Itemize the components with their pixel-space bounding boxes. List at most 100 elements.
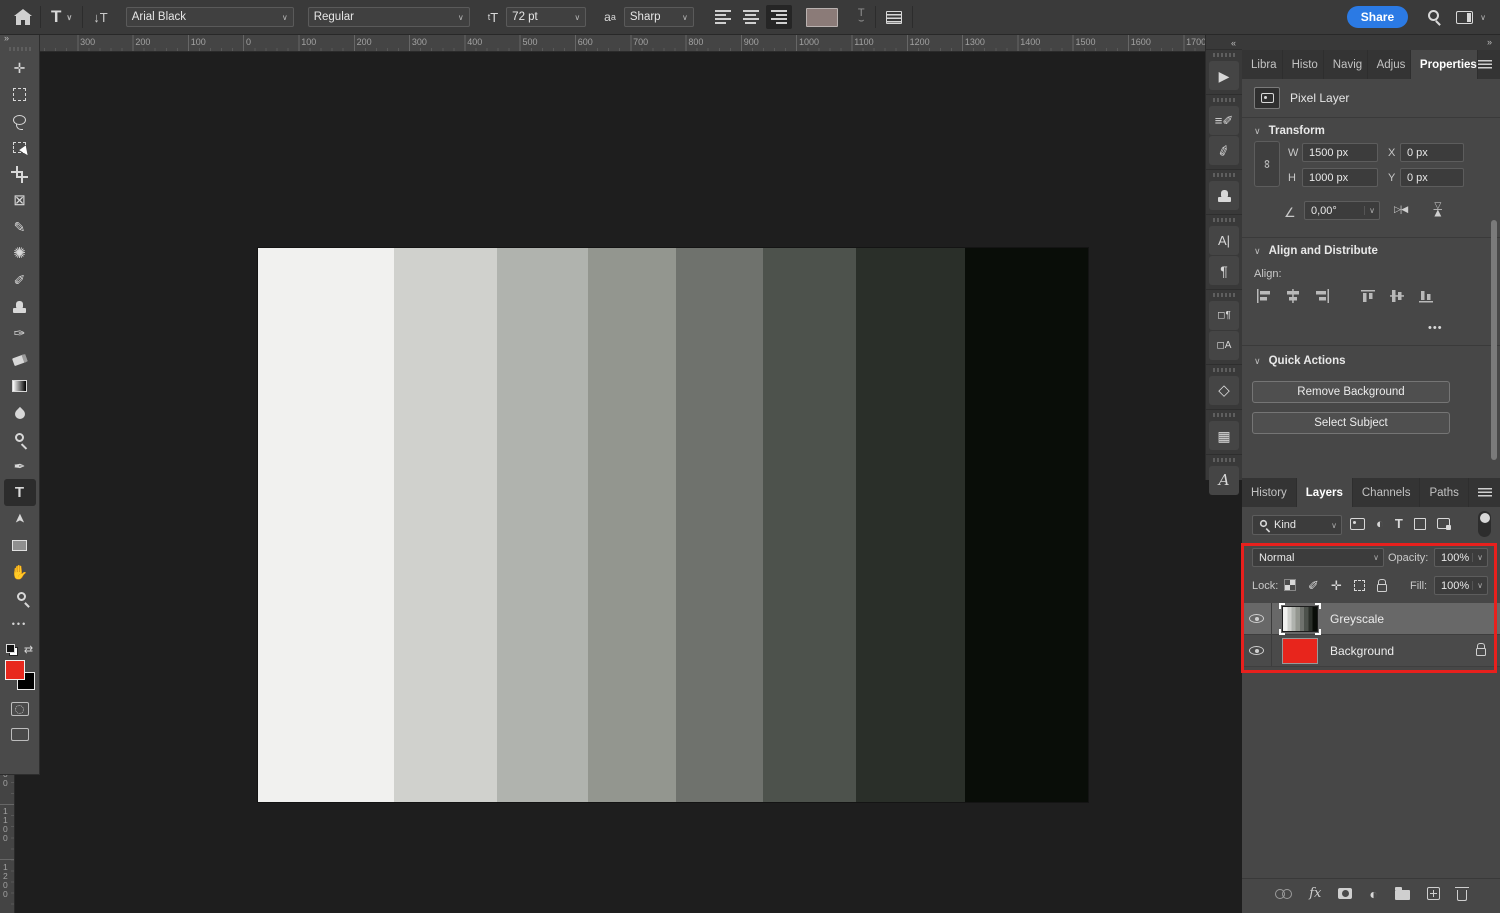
brush-settings-panel-button[interactable]: ≡✐ bbox=[1209, 106, 1239, 135]
spot-healing-brush-tool[interactable]: ✺ bbox=[4, 241, 36, 268]
glyphs-panel-button[interactable]: A bbox=[1209, 466, 1239, 495]
y-field[interactable]: 0 px bbox=[1400, 168, 1464, 187]
character-styles-panel-button[interactable]: ◻A bbox=[1209, 331, 1239, 360]
link-dimensions-button[interactable]: ∞ bbox=[1254, 141, 1280, 187]
foreground-color-swatch[interactable] bbox=[5, 660, 25, 680]
warp-text-icon[interactable]: T⌣ bbox=[858, 10, 865, 24]
text-color-swatch[interactable] bbox=[806, 8, 838, 27]
tab-layers[interactable]: Layers bbox=[1297, 478, 1353, 507]
canvas-area[interactable] bbox=[15, 52, 1205, 913]
crop-tool[interactable] bbox=[4, 161, 36, 188]
align-button-4[interactable] bbox=[1390, 289, 1406, 306]
lock-artboard-button[interactable] bbox=[1354, 580, 1365, 591]
collapse-dock-icon[interactable]: « bbox=[1206, 35, 1242, 49]
panel-menu-button[interactable] bbox=[1478, 478, 1500, 507]
eraser-tool[interactable] bbox=[4, 347, 36, 374]
brushes-panel-button[interactable]: ✐ bbox=[1209, 136, 1239, 165]
object-selection-tool[interactable] bbox=[4, 135, 36, 162]
add-layer-mask-button[interactable] bbox=[1338, 888, 1352, 899]
paragraph-styles-panel-button[interactable]: ◻¶ bbox=[1209, 301, 1239, 330]
align-text-left-button[interactable] bbox=[710, 5, 736, 29]
align-button-3[interactable] bbox=[1361, 289, 1377, 306]
align-text-right-button[interactable] bbox=[766, 5, 792, 29]
zoom-tool[interactable] bbox=[4, 585, 36, 612]
rectangle-tool[interactable] bbox=[4, 532, 36, 559]
character-panel-button[interactable]: A| bbox=[1209, 226, 1239, 255]
hand-tool[interactable]: ✋ bbox=[4, 559, 36, 586]
lock-position-button[interactable]: ✛ bbox=[1331, 579, 1342, 592]
tab-channels[interactable]: Channels bbox=[1353, 478, 1421, 507]
height-field[interactable]: 1000 px bbox=[1302, 168, 1378, 187]
more-tools[interactable]: ••• bbox=[4, 612, 36, 639]
layer-visibility-toggle[interactable] bbox=[1242, 635, 1272, 666]
anti-alias-select[interactable]: Sharp∨ bbox=[624, 7, 694, 27]
layer-thumbnail[interactable] bbox=[1282, 606, 1318, 632]
drag-grip[interactable] bbox=[1213, 98, 1235, 102]
toggle-panels-icon[interactable] bbox=[886, 11, 902, 24]
delete-layer-button[interactable] bbox=[1457, 887, 1467, 901]
lock-transparent-pixels-button[interactable] bbox=[1284, 579, 1296, 591]
workspace-switcher-icon[interactable]: ∨ bbox=[1456, 11, 1486, 24]
lock-image-pixels-button[interactable]: ✐ bbox=[1308, 579, 1319, 592]
text-orientation-icon[interactable]: ↓T bbox=[93, 10, 107, 25]
link-layers-button[interactable] bbox=[1275, 889, 1292, 898]
align-button-0[interactable] bbox=[1256, 289, 1272, 306]
search-icon[interactable] bbox=[1428, 13, 1436, 21]
fill-field[interactable]: 100%∨ bbox=[1434, 576, 1488, 595]
move-tool[interactable]: ✛ bbox=[4, 55, 36, 82]
lasso-tool[interactable] bbox=[4, 108, 36, 135]
remove-background-button[interactable]: Remove Background bbox=[1252, 381, 1450, 403]
home-icon[interactable] bbox=[16, 10, 30, 25]
font-family-select[interactable]: Arial Black∨ bbox=[126, 7, 294, 27]
layer-row-background[interactable]: Background bbox=[1242, 635, 1500, 667]
drag-grip[interactable] bbox=[1213, 458, 1235, 462]
layer-thumbnail[interactable] bbox=[1282, 638, 1318, 664]
pattern-panel-button[interactable]: ▦ bbox=[1209, 421, 1239, 450]
screen-mode-button[interactable] bbox=[11, 728, 29, 744]
blur-tool[interactable] bbox=[4, 400, 36, 427]
type-tool-preset-icon[interactable]: T ∨ bbox=[51, 7, 72, 27]
panel-menu-button[interactable] bbox=[1478, 50, 1500, 79]
font-style-select[interactable]: Regular∨ bbox=[308, 7, 470, 27]
type-tool[interactable]: T bbox=[4, 479, 36, 506]
clone-stamp-tool[interactable] bbox=[4, 294, 36, 321]
paragraph-panel-button[interactable]: ¶ bbox=[1209, 256, 1239, 285]
layer-row-greyscale[interactable]: Greyscale bbox=[1242, 603, 1500, 635]
align-more-button[interactable]: ••• bbox=[1428, 322, 1443, 334]
clone-source-panel-button[interactable] bbox=[1209, 181, 1239, 210]
share-button[interactable]: Share bbox=[1347, 6, 1408, 28]
width-field[interactable]: 1500 px bbox=[1302, 143, 1378, 162]
tab-adjus[interactable]: Adjus bbox=[1368, 50, 1411, 79]
eyedropper-tool[interactable]: ✎ bbox=[4, 214, 36, 241]
drag-grip[interactable] bbox=[1213, 368, 1235, 372]
blend-mode-select[interactable]: Normal∨ bbox=[1252, 548, 1384, 567]
quick-mask-button[interactable] bbox=[11, 702, 29, 716]
align-text-center-button[interactable] bbox=[738, 5, 764, 29]
new-layer-button[interactable] bbox=[1427, 887, 1440, 900]
expand-panels-icon[interactable]: » bbox=[1242, 35, 1500, 50]
frame-tool[interactable]: ⊠ bbox=[4, 188, 36, 215]
scrollbar-thumb[interactable] bbox=[1491, 220, 1497, 460]
dodge-tool[interactable] bbox=[4, 426, 36, 453]
flip-horizontal-button[interactable]: ▷|◀ bbox=[1394, 203, 1407, 215]
drag-grip[interactable] bbox=[9, 47, 31, 51]
gradient-tool[interactable] bbox=[4, 373, 36, 400]
align-button-5[interactable] bbox=[1419, 289, 1435, 306]
rectangular-marquee-tool[interactable] bbox=[4, 82, 36, 109]
tab-properties[interactable]: Properties bbox=[1411, 50, 1478, 79]
pen-tool[interactable]: ✒ bbox=[4, 453, 36, 480]
drag-grip[interactable] bbox=[1213, 53, 1235, 57]
filter-image-button[interactable] bbox=[1350, 518, 1365, 530]
lock-all-button[interactable] bbox=[1377, 579, 1387, 592]
font-size-select[interactable]: 72 pt∨ bbox=[506, 7, 586, 27]
quick-actions-header[interactable]: ∨Quick Actions bbox=[1254, 355, 1346, 367]
document-canvas[interactable] bbox=[258, 248, 1088, 802]
x-field[interactable]: 0 px bbox=[1400, 143, 1464, 162]
drag-grip[interactable] bbox=[1213, 218, 1235, 222]
drag-grip[interactable] bbox=[1213, 293, 1235, 297]
flip-vertical-button[interactable]: ▷|◀ bbox=[1433, 202, 1445, 215]
filter-type-button[interactable]: T bbox=[1395, 517, 1403, 530]
drag-grip[interactable] bbox=[1213, 413, 1235, 417]
add-adjustment-layer-button[interactable]: ◐ bbox=[1369, 887, 1377, 901]
align-button-2[interactable] bbox=[1314, 289, 1330, 306]
